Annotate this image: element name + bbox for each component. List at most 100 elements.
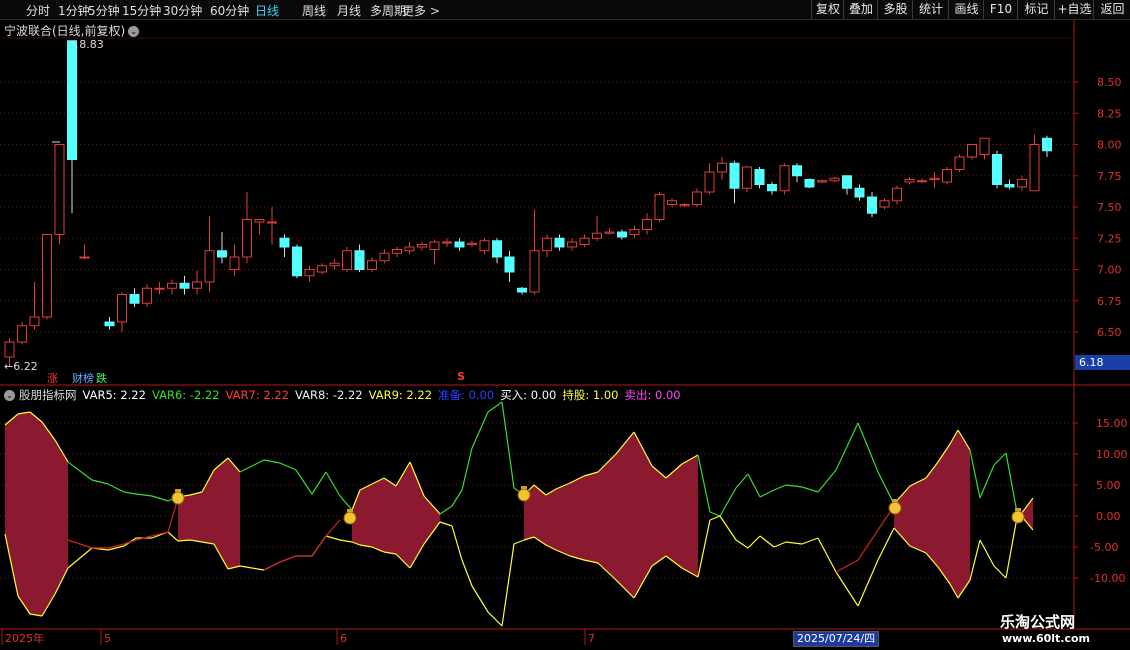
candle-body (29, 316, 40, 327)
price-tick-label: 8.25 (1097, 107, 1122, 120)
candle-body (929, 177, 940, 180)
indicator-item-4: VAR9: 2.22 (368, 388, 433, 402)
candle-body (517, 287, 527, 293)
candle-body (692, 191, 702, 205)
candle-body (979, 137, 990, 155)
indicator-line (759, 489, 775, 498)
indicator-line (151, 495, 169, 502)
indicator-line (487, 401, 503, 413)
current-price-tag: 6.18 (1075, 355, 1130, 370)
candle-body (442, 241, 452, 244)
indicator-line (325, 471, 341, 497)
indicator-line (239, 459, 265, 473)
candle-body (717, 162, 727, 173)
candle-body (4, 341, 15, 358)
price-tick-label: 8.00 (1097, 139, 1122, 152)
candle-body (842, 175, 852, 189)
indicator-line (513, 539, 525, 545)
zhang-marker[interactable]: 涨 (47, 370, 58, 386)
indicator-line (747, 535, 761, 549)
candle-body (1042, 137, 1052, 152)
date-tick-label: 2025年 (5, 631, 44, 645)
candle-body (467, 242, 477, 245)
indicator-item-2: VAR7: 2.22 (225, 388, 289, 402)
candle-body (729, 162, 740, 189)
candle-body (617, 231, 627, 238)
candle-body (54, 144, 65, 235)
date-tick-label: 7 (588, 632, 595, 645)
candle-body (1004, 184, 1015, 188)
candle-body (817, 180, 827, 183)
candle-body (279, 237, 290, 248)
money-bag-icon[interactable] (1011, 510, 1025, 524)
indicator-item-3: VAR8: -2.22 (295, 388, 363, 402)
indicator-line (979, 539, 995, 567)
indicator-line (857, 559, 879, 607)
indicator-line (451, 489, 463, 507)
candle-body (992, 154, 1002, 185)
candle-body (942, 169, 952, 183)
candle-body (592, 232, 602, 239)
price-tick-label: 6.75 (1097, 295, 1122, 308)
chevron-down-icon[interactable]: ⌄ (128, 26, 140, 37)
candle-body (342, 250, 352, 270)
indicator-item-1: VAR6: -2.22 (151, 388, 220, 402)
s-marker[interactable]: S (457, 370, 465, 383)
indicator-line (439, 521, 453, 527)
candle-body (779, 165, 790, 192)
high-price-label: ↖8.83 (70, 38, 104, 51)
candle-body (179, 282, 190, 289)
candle-body (829, 177, 840, 182)
indicator-line (877, 471, 895, 505)
money-bag-icon[interactable] (517, 488, 531, 502)
indicator-line (279, 462, 297, 471)
indicator-line (697, 454, 711, 513)
candle-body (767, 184, 777, 192)
candle-body (129, 294, 140, 304)
watermark-url: www.60lt.com (1002, 632, 1091, 645)
var7-line (67, 497, 179, 549)
indicator-name: 股朋指标网 (19, 388, 77, 402)
money-bag-icon[interactable] (171, 491, 185, 505)
indicator-line (735, 539, 749, 549)
price-tick-label: 7.25 (1097, 232, 1122, 245)
indicator-item-6: 买入: 0.00 (500, 388, 557, 402)
money-bag-icon[interactable] (343, 511, 357, 525)
candle-body (804, 179, 815, 188)
candle-body (154, 287, 165, 290)
candle-body (392, 249, 402, 254)
indicator-tick-label: 5.00 (1096, 479, 1121, 492)
indicator-line (709, 515, 721, 521)
chart-canvas: 8.50 8.25 8.00 7.75 7.50 7.25 7.00 6.75 6.50 15.0… (0, 20, 1130, 645)
money-bag-icon (521, 486, 527, 489)
candle-body (479, 240, 490, 252)
indicator-line (487, 611, 503, 627)
money-bag-icon[interactable] (888, 501, 902, 515)
chevron-down-icon[interactable]: ⌄ (4, 390, 15, 401)
indicator-line (817, 537, 837, 573)
candle-body (142, 287, 152, 304)
caibang-marker[interactable]: 财榜 (72, 370, 94, 386)
candle-body (879, 200, 890, 208)
indicator-tick-label: 10.00 (1096, 448, 1128, 461)
stock-title[interactable]: 宁波联合(日线,前复权) ⌄ (4, 22, 140, 39)
indicator-line (835, 571, 859, 607)
candle-body (429, 241, 440, 250)
candle-body (192, 281, 202, 289)
die-marker[interactable]: 跌 (96, 370, 107, 386)
indicator-line (817, 469, 837, 493)
candle-body (917, 180, 927, 183)
indicator-fill-band (5, 412, 68, 616)
candle-body (679, 204, 690, 207)
indicator-line (501, 543, 515, 627)
candle-body (867, 196, 877, 214)
candle-body (754, 169, 765, 185)
price-tick-label: 8.50 (1097, 76, 1122, 89)
indicator-line (67, 461, 93, 481)
indicator-line (461, 447, 473, 491)
indicator-line (735, 473, 749, 489)
indicator-line (439, 505, 453, 515)
indicator-line (801, 537, 819, 545)
indicator-line (339, 539, 353, 543)
candle-body (792, 165, 802, 177)
